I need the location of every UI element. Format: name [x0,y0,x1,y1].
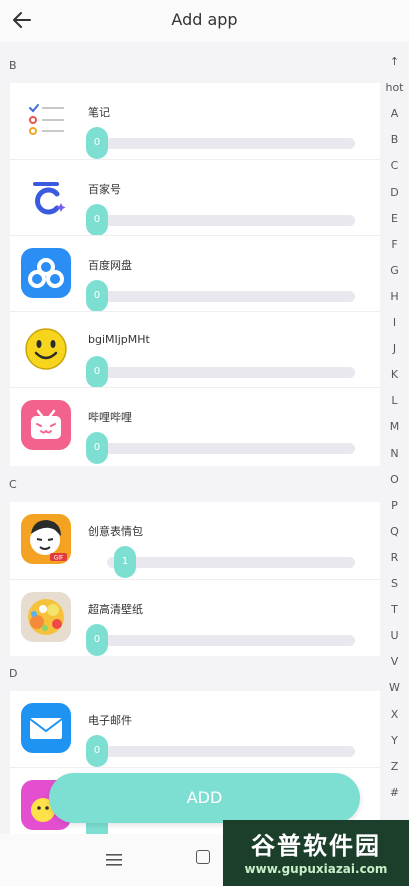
app-name: 超高清壁纸 [88,603,143,616]
index-letter[interactable]: S [380,577,409,590]
index-letter[interactable]: Z [380,760,409,773]
slider-thumb[interactable]: 1 [114,546,136,578]
section-header-c: C [9,478,17,491]
app-row: 电子邮件 0 [10,691,380,767]
index-letter[interactable]: H [380,290,409,303]
index-letter[interactable]: Y [380,734,409,747]
slider-thumb[interactable]: 0 [86,204,108,236]
index-letter[interactable]: X [380,708,409,721]
index-letter[interactable]: D [380,186,409,199]
notes-icon [21,95,71,145]
index-letter[interactable]: W [380,681,409,694]
index-letter[interactable]: O [380,473,409,486]
app-row: 百度网盘 0 [10,235,380,312]
index-letter[interactable]: U [380,629,409,642]
slider-track[interactable] [97,138,355,149]
index-letter[interactable]: E [380,212,409,225]
index-letter[interactable]: ↑ [380,55,409,68]
smiley-icon [21,324,71,374]
index-letter[interactable]: B [380,133,409,146]
app-name: 创意表情包 [88,525,143,538]
index-letter[interactable]: Q [380,525,409,538]
slider-track[interactable] [97,746,355,757]
slider-track[interactable] [97,367,355,378]
app-name: 笔记 [88,106,110,119]
slider-thumb[interactable]: 0 [86,127,108,159]
baijiahao-icon [21,172,71,222]
bilibili-icon [21,400,71,450]
app-name: 百家号 [88,183,121,196]
meme-icon: GIF [21,514,71,564]
index-letter[interactable]: F [380,238,409,251]
index-letter[interactable]: I [380,316,409,329]
app-row: bgiMIjpMHt 0 [10,311,380,388]
index-letter[interactable]: G [380,264,409,277]
slider-track[interactable] [97,215,355,226]
slider-thumb[interactable]: 0 [86,356,108,388]
section-header-b: B [9,59,17,72]
index-letter[interactable]: hot [380,81,409,94]
baidu-netdisk-icon [21,248,71,298]
slider-thumb[interactable]: 0 [86,280,108,312]
slider-thumb[interactable]: 0 [86,735,108,767]
index-letter[interactable]: V [380,655,409,668]
index-letter[interactable]: M [380,420,409,433]
add-button[interactable]: ADD [49,773,360,823]
index-letter[interactable]: R [380,551,409,564]
section-header-d: D [9,667,18,680]
slider-track[interactable] [97,635,355,646]
index-letter[interactable]: T [380,603,409,616]
page-title: Add app [171,10,238,29]
app-row: 哔哩哔哩 0 [10,387,380,464]
menu-icon[interactable] [106,852,122,866]
watermark-title: 谷普软件园 [251,832,381,860]
slider-track[interactable] [107,557,355,568]
home-icon[interactable] [196,850,210,864]
app-row: 笔记 0 [10,83,380,159]
app-name: bgiMIjpMHt [88,333,150,346]
header: Add app [0,0,409,42]
app-name: 哔哩哔哩 [88,411,132,424]
slider-thumb[interactable]: 0 [86,624,108,656]
index-letter[interactable]: C [380,159,409,172]
index-letter[interactable]: J [380,342,409,355]
slider-track[interactable] [97,291,355,302]
app-row: 百家号 0 [10,159,380,236]
alphabet-index-bar[interactable]: ↑ hot A B C D E F G H I J K L M N O P Q R S T U V W X Y Z # [380,55,409,815]
section-card-c: GIF 创意表情包 1 超高清壁纸 0 [10,502,380,656]
app-name: 电子邮件 [88,714,132,727]
slider-track[interactable] [97,443,355,454]
index-letter[interactable]: L [380,394,409,407]
index-letter[interactable]: P [380,499,409,512]
svg-text:GIF: GIF [54,555,64,562]
watermark-url: www.gupuxiazai.com [244,862,388,876]
email-icon [21,703,71,753]
app-row: 超高清壁纸 0 [10,579,380,656]
app-row: GIF 创意表情包 1 [10,502,380,578]
slider-thumb[interactable]: 0 [86,432,108,464]
index-letter[interactable]: A [380,107,409,120]
site-watermark: 谷普软件园 www.gupuxiazai.com [223,820,409,886]
index-letter[interactable]: K [380,368,409,381]
wallpaper-icon [21,592,71,642]
section-card-b: 笔记 0 百家号 0 百度网盘 0 bgiMIjpMHt 0 哔哩哔哩 0 [10,83,380,466]
index-letter[interactable]: # [380,786,409,799]
app-name: 百度网盘 [88,259,132,272]
index-letter[interactable]: N [380,447,409,460]
